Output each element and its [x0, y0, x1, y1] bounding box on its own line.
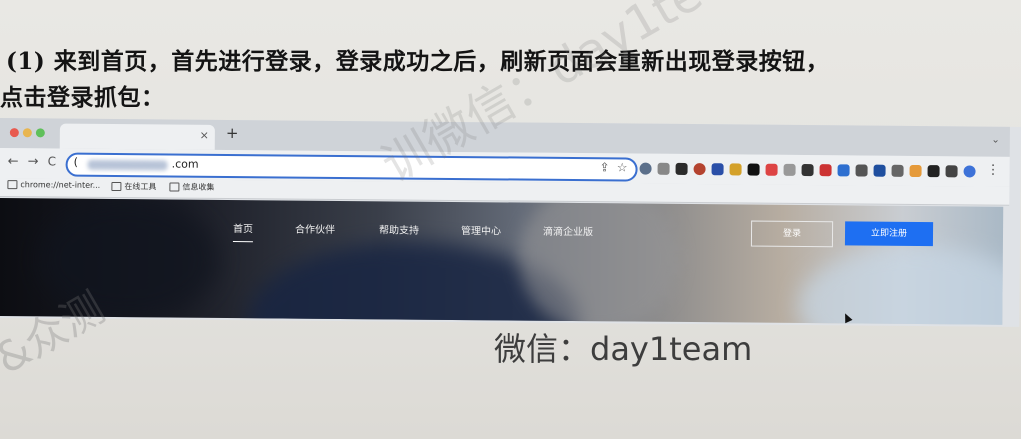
nav-management-center[interactable]: 管理中心	[461, 222, 501, 237]
new-tab-button[interactable]: +	[226, 124, 239, 142]
nav-help-support[interactable]: 帮助支持	[379, 221, 419, 236]
maximize-window-icon[interactable]	[35, 128, 45, 138]
extensions-row	[639, 160, 976, 181]
extension-icon[interactable]	[747, 163, 760, 176]
extension-icon[interactable]	[693, 163, 706, 176]
extension-icon[interactable]	[819, 164, 832, 177]
close-tab-icon[interactable]: ×	[200, 129, 209, 142]
folder-icon	[111, 181, 122, 192]
extension-icon[interactable]	[657, 162, 670, 175]
nav-enterprise-edition[interactable]: 滴滴企业版	[543, 223, 593, 238]
extension-icon[interactable]	[639, 162, 652, 175]
address-prefix: (	[73, 155, 78, 169]
bookmark-item[interactable]: 信息收集	[169, 181, 214, 192]
extension-icon[interactable]	[873, 164, 886, 177]
register-button[interactable]: 立即注册	[844, 221, 934, 247]
share-icon[interactable]: ⇪	[599, 160, 609, 174]
extension-icon[interactable]	[927, 165, 940, 178]
browser-window: × + ⌄ ← → C ( .com ⇪ ☆ ⋮ chrome://net-in…	[0, 118, 1021, 327]
minimize-window-icon[interactable]	[22, 128, 32, 138]
forward-icon[interactable]: →	[28, 154, 39, 169]
extension-icon[interactable]	[783, 163, 796, 176]
nav-home[interactable]: 首页	[232, 220, 254, 243]
url-redacted	[87, 159, 168, 171]
address-bar[interactable]: ( .com ⇪ ☆	[65, 152, 638, 182]
star-icon[interactable]: ☆	[617, 160, 628, 174]
menu-dots-icon[interactable]: ⋮	[987, 163, 1000, 178]
bookmark-item[interactable]: chrome://net-inter...	[7, 180, 100, 190]
browser-tab[interactable]: ×	[59, 123, 215, 150]
close-window-icon[interactable]	[9, 128, 19, 138]
extension-icon[interactable]	[909, 164, 922, 178]
address-tld: .com	[171, 157, 199, 171]
folder-icon	[169, 182, 180, 192]
bookmark-item[interactable]: 在线工具	[111, 181, 156, 192]
extension-icon[interactable]	[675, 162, 688, 176]
extension-icon[interactable]	[837, 164, 850, 177]
wechat-caption: 微信：day1team	[494, 330, 753, 368]
extension-icon[interactable]	[765, 163, 778, 176]
extension-icon[interactable]	[855, 164, 868, 177]
bookmark-icon	[7, 180, 18, 190]
extension-icon[interactable]	[945, 165, 958, 178]
login-button[interactable]: 登录	[750, 220, 834, 248]
extension-icon[interactable]	[801, 163, 814, 177]
instruction-line-2: 点击登录抓包：	[0, 84, 165, 111]
extension-icon[interactable]	[891, 164, 904, 177]
nav-partners[interactable]: 合作伙伴	[295, 221, 335, 236]
reload-icon[interactable]: C	[48, 154, 57, 168]
extension-icon[interactable]	[711, 163, 724, 176]
back-icon[interactable]: ←	[8, 154, 19, 169]
profile-avatar[interactable]	[963, 165, 976, 178]
chevron-down-icon[interactable]: ⌄	[991, 135, 999, 146]
instruction-line-1: (1) 来到首页，首先进行登录，登录成功之后，刷新页面会重新出现登录按钮，	[6, 48, 830, 75]
site-hero: 首页 合作伙伴 帮助支持 管理中心 滴滴企业版 登录 立即注册	[0, 197, 1004, 325]
extension-icon[interactable]	[729, 163, 742, 176]
